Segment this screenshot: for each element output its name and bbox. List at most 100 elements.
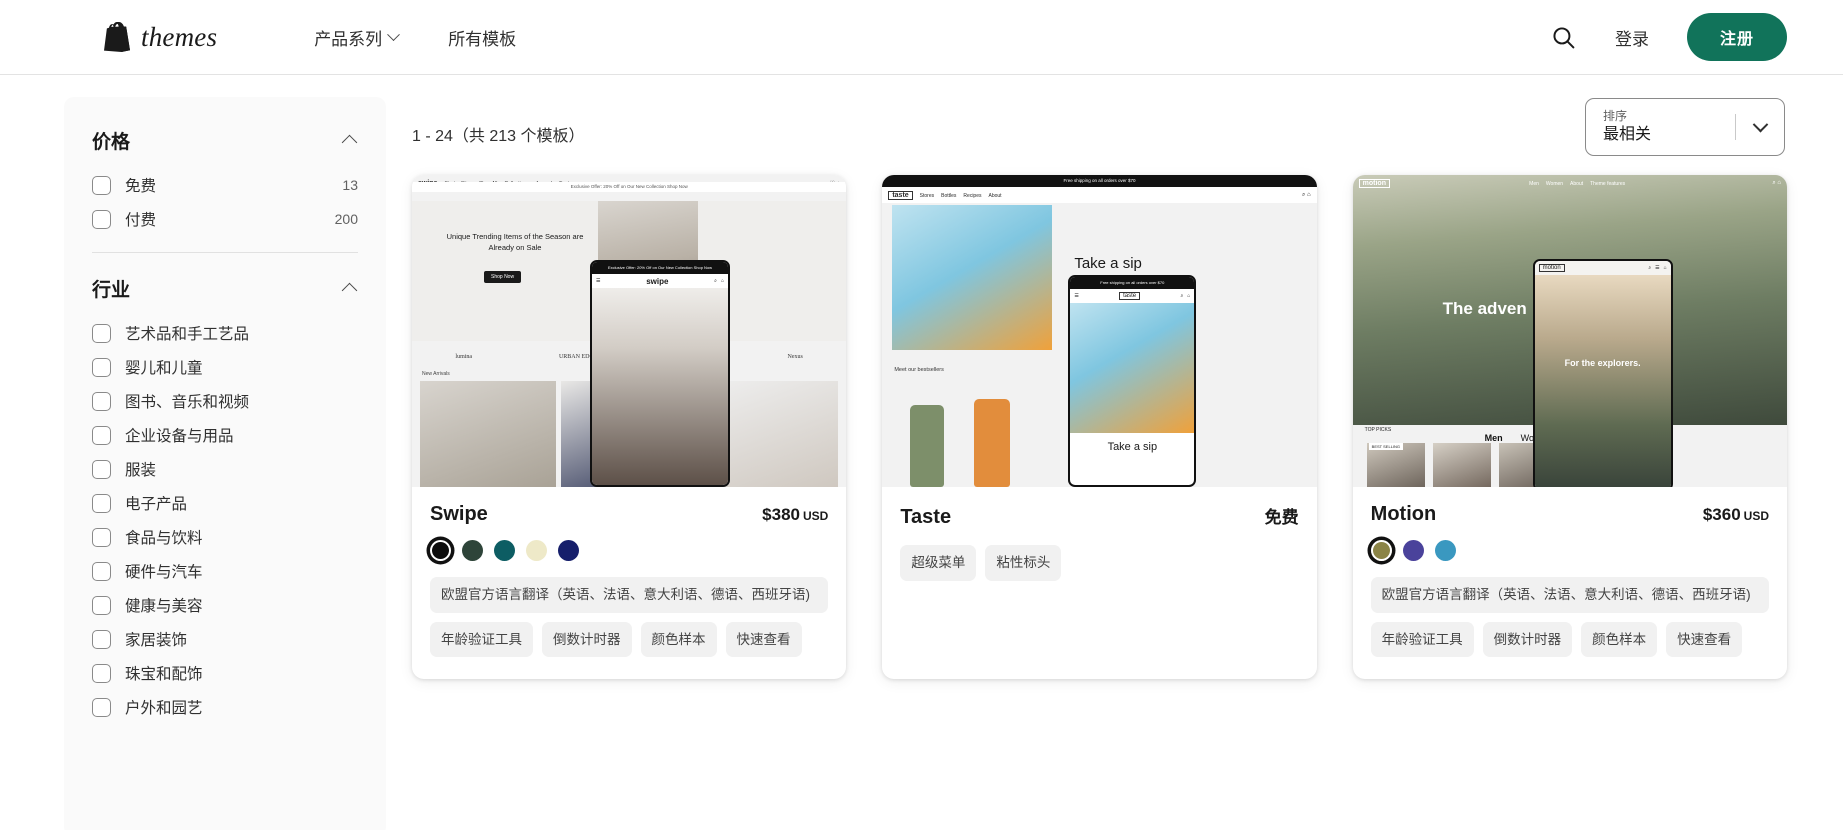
preview-hero: [892, 205, 1053, 350]
filter-option-free[interactable]: 免费 13: [92, 168, 358, 202]
theme-preview-taste[interactable]: Free shipping on all orders over $70 tas…: [882, 175, 1317, 487]
preview-phone-banner: Free shipping on all orders over $70: [1070, 277, 1195, 289]
checkbox-industry[interactable]: [92, 561, 111, 581]
theme-card[interactable]: Free shipping on all orders over $70 tas…: [882, 175, 1317, 680]
preview-phone-logo: motion: [1538, 264, 1565, 272]
header-actions: 登录 注册: [1551, 13, 1787, 61]
color-swatches[interactable]: [1370, 540, 1769, 561]
checkbox-industry[interactable]: [92, 629, 111, 649]
filter-option-industry[interactable]: 户外和园艺: [92, 690, 358, 724]
site-header: themes 产品系列 所有模板 登录 注册: [0, 0, 1843, 75]
filter-group-industry: 行业 艺术品和手工艺品 婴儿和儿童图书、音乐和视频 企业设备与用品 服装 电子产品 食品与…: [92, 271, 358, 724]
theme-card-body: Swipe $380 USD 欧盟官方语言翻译（英语、法语、意大利语、德语、西班牙…: [412, 487, 846, 679]
checkbox-industry[interactable]: [92, 425, 111, 445]
search-icon[interactable]: [1551, 24, 1577, 50]
filter-option-industry[interactable]: 食品与饮料: [92, 520, 358, 554]
result-count: 1 - 24（共 213 个模板）: [412, 128, 585, 145]
theme-tag-list: 年龄验证工具 倒数计时器 颜色样本 快速查看: [1370, 621, 1769, 658]
color-swatch[interactable]: [494, 540, 515, 561]
preview-nav-item: Women: [1545, 180, 1564, 187]
color-swatches[interactable]: [430, 540, 828, 561]
theme-tag: 快速查看: [1666, 621, 1743, 658]
filter-option-industry[interactable]: 艺术品和手工艺品: [92, 316, 358, 350]
preview-nav-item: About: [1570, 180, 1584, 187]
preview-nav-item: Theme features: [1590, 180, 1626, 187]
filter-option-free-count: 13: [342, 177, 358, 193]
color-swatch[interactable]: [558, 540, 579, 561]
preview-phone-banner: Exclusive Offer: 20% Off on Our New Coll…: [592, 262, 728, 274]
theme-card-body: Taste 免费 超级菜单 粘性标头: [882, 487, 1316, 603]
filter-option-industry-label: 婴儿和儿童: [125, 360, 203, 377]
nav-item-collections-label: 产品系列: [314, 29, 383, 49]
preview-nav-item: Bottles: [941, 192, 957, 199]
checkbox-industry[interactable]: [92, 323, 111, 343]
login-link[interactable]: 登录: [1615, 25, 1649, 50]
color-swatch[interactable]: [1434, 540, 1456, 561]
signup-button[interactable]: 注册: [1686, 13, 1787, 61]
filter-option-industry[interactable]: 硬件与汽车: [92, 554, 358, 588]
checkbox-industry[interactable]: [92, 595, 111, 615]
filter-option-industry[interactable]: 图书、音乐和视频: [92, 384, 358, 418]
theme-feature-tags: 欧盟官方语言翻译（英语、法语、意大利语、德语、西班牙语): [1370, 577, 1769, 613]
color-swatch[interactable]: [526, 540, 547, 561]
primary-nav: 产品系列 所有模板: [314, 25, 516, 50]
checkbox-paid[interactable]: [92, 209, 111, 229]
theme-feature-tags: 欧盟官方语言翻译（英语、法语、意大利语、德语、西班牙语): [430, 577, 829, 613]
preview-banner: Free shipping on all orders over $70: [882, 175, 1317, 187]
nav-item-all-themes[interactable]: 所有模板: [448, 25, 516, 50]
filter-option-industry[interactable]: 企业设备与用品: [92, 418, 358, 452]
checkbox-industry[interactable]: [92, 357, 111, 377]
theme-feature-tag: 欧盟官方语言翻译（英语、法语、意大利语、德语、西班牙语): [430, 577, 829, 613]
color-swatch[interactable]: [462, 540, 483, 561]
theme-card[interactable]: motion Men Women About Theme features ⌕ …: [1352, 175, 1787, 680]
filter-group-price: 价格 免费 13 付费 200: [92, 123, 358, 236]
nav-item-all-themes-label: 所有模板: [448, 29, 517, 49]
sort-dropdown[interactable]: 排序 最相关: [1585, 98, 1785, 156]
checkbox-industry[interactable]: [92, 663, 111, 683]
filter-group-industry-header[interactable]: 行业: [92, 271, 358, 316]
checkbox-industry[interactable]: [92, 459, 111, 479]
brand-logo[interactable]: themes: [104, 22, 217, 53]
industry-option-list: 艺术品和手工艺品 婴儿和儿童图书、音乐和视频 企业设备与用品 服装 电子产品 食品与饮料硬…: [92, 316, 358, 724]
theme-price-amount: $360: [1702, 505, 1741, 524]
checkbox-industry[interactable]: [92, 527, 111, 547]
checkbox-industry[interactable]: [92, 697, 111, 717]
theme-preview-motion[interactable]: motion Men Women About Theme features ⌕ …: [1352, 175, 1787, 487]
chevron-up-icon: [341, 282, 358, 299]
theme-price-amount: 免费: [1264, 508, 1299, 527]
filter-option-industry-label: 艺术品和手工艺品: [125, 326, 250, 343]
preview-hero-heading: The adven: [1442, 299, 1527, 318]
filter-group-price-header[interactable]: 价格: [92, 123, 358, 168]
theme-price: $380 USD: [762, 505, 828, 525]
filter-group-price-title: 价格: [92, 132, 131, 153]
theme-card-body: Motion $360 USD 欧盟官方语言翻译（英语、法语、意大利语、德语、西班…: [1353, 487, 1787, 679]
chevron-up-icon: [341, 134, 358, 151]
checkbox-industry[interactable]: [92, 493, 111, 513]
checkbox-free[interactable]: [92, 175, 111, 195]
color-swatch[interactable]: [430, 540, 451, 561]
filter-option-free-label: 免费: [125, 178, 157, 195]
color-swatch[interactable]: [1370, 540, 1392, 561]
filter-option-industry[interactable]: 家居装饰: [92, 622, 358, 656]
filter-option-industry[interactable]: 珠宝和配饰: [92, 656, 358, 690]
filter-option-paid[interactable]: 付费 200: [92, 202, 358, 236]
chevron-down-icon[interactable]: [1736, 116, 1784, 133]
filter-option-industry[interactable]: 健康与美容: [92, 588, 358, 622]
preview-section-label: New Arrivals: [422, 371, 450, 377]
theme-tag-list: 年龄验证工具 倒数计时器 颜色样本 快速查看: [430, 621, 828, 658]
filter-option-industry[interactable]: 服装: [92, 452, 358, 486]
preview-banner: Exclusive Offer: 20% Off on Our New Coll…: [412, 182, 847, 192]
theme-card[interactable]: swipe Starter Sites Shop All Collections…: [412, 175, 847, 680]
preview-hero-button: Shop Now: [484, 271, 522, 283]
color-swatch[interactable]: [1402, 540, 1424, 561]
theme-tag: 粘性标头: [985, 545, 1062, 581]
theme-tag: 超级菜单: [900, 545, 977, 581]
preview-nav-item: Stores: [919, 192, 935, 199]
filter-option-industry[interactable]: 电子产品: [92, 486, 358, 520]
preview-hero-heading: Unique Trending Items of the Season are …: [446, 232, 584, 253]
filter-option-industry[interactable]: 婴儿和儿童: [92, 350, 358, 384]
checkbox-industry[interactable]: [92, 391, 111, 411]
theme-name: Motion: [1370, 503, 1437, 525]
theme-preview-swipe[interactable]: swipe Starter Sites Shop All Collections…: [412, 175, 847, 487]
nav-item-collections[interactable]: 产品系列: [314, 25, 401, 50]
